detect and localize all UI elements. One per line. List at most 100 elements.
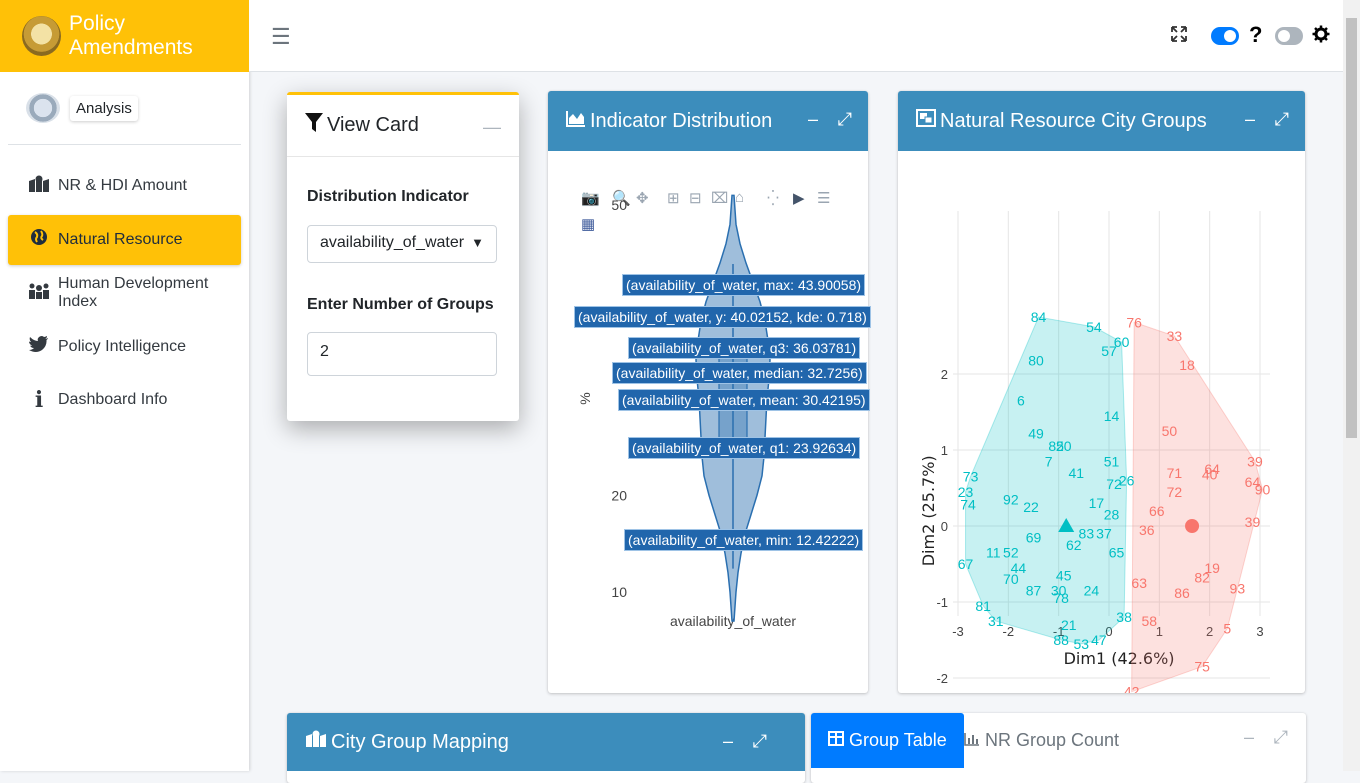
cluster-2-point-label: 71 (1167, 465, 1183, 481)
nr-city-groups-title: Natural Resource City Groups (940, 109, 1207, 132)
cluster-1-point-label: 49 (1028, 425, 1044, 441)
cluster-1-point-label: 80 (1028, 352, 1044, 368)
view-card-title: View Card (327, 114, 419, 136)
maximize-icon[interactable]: ⤢ (1275, 109, 1289, 130)
minimize-icon[interactable]: – (1245, 109, 1255, 130)
maximize-icon[interactable]: ⤢ (753, 731, 767, 752)
hover-label: (availability_of_water, q3: 36.03781) (628, 337, 861, 359)
tab-group-table[interactable]: Group Table (811, 713, 964, 768)
brand-logo (22, 16, 62, 56)
cluster-2-point-label: 76 (1126, 314, 1142, 330)
cluster-2-point-label: 93 (1230, 580, 1246, 596)
cluster-1-point-label: 24 (1084, 583, 1100, 599)
sidebar-item-nr-hdi-amount[interactable]: NR & HDI Amount (8, 161, 241, 211)
indicator-distribution-header: Indicator Distribution – ⤢ (548, 91, 868, 151)
y-axis-label: Dim2 (25.7%) (919, 455, 938, 566)
y-tick-label: 2 (941, 367, 948, 382)
area-chart-icon (566, 110, 586, 133)
cluster-1-point-label: 87 (1026, 583, 1042, 599)
cluster-2-point-label: 18 (1179, 357, 1195, 373)
cluster-1-point-label: 62 (1066, 537, 1082, 553)
cluster-1-point-label: 11 (986, 545, 1001, 561)
tab-label: Group Table (849, 730, 947, 750)
number-of-groups-input[interactable]: 2 (307, 332, 497, 376)
hover-label: (availability_of_water, y: 40.02152, kde… (574, 306, 871, 328)
gear-icon[interactable] (1312, 25, 1330, 48)
cluster-1-point-label: 54 (1086, 319, 1102, 335)
y-tick-label: 0 (941, 519, 948, 534)
map-marked-icon (305, 730, 327, 754)
cluster-1-point-label: 51 (1104, 453, 1120, 469)
fullscreen-icon[interactable] (1171, 26, 1187, 47)
nr-city-groups-header: Natural Resource City Groups – ⤢ (898, 91, 1305, 151)
cluster-2-point-label: 72 (1167, 484, 1183, 500)
cluster-2-point-label: 50 (1162, 423, 1178, 439)
tab-nr-group-count[interactable]: NR Group Count (947, 713, 1136, 768)
sidebar-item-policy-intelligence[interactable]: Policy Intelligence (8, 322, 241, 372)
dark-mode-toggle-switch[interactable] (1275, 27, 1303, 45)
cluster-2-point-label: 75 (1194, 659, 1210, 675)
cluster-1-point-label: 6 (1017, 393, 1025, 409)
cluster-1-point-label: 38 (1116, 609, 1132, 625)
cluster-2-point-label: 39 (1247, 453, 1263, 469)
cluster-1-point-label: 65 (1109, 545, 1125, 561)
distribution-indicator-select[interactable]: availability_of_water ▼ (307, 225, 497, 263)
cluster-1-point-label: 31 (988, 613, 1004, 629)
cluster-1-point-label: 20 (1056, 438, 1072, 454)
brand-link[interactable]: Policy Amendments (0, 0, 249, 72)
sidebar-item-label: Policy Intelligence (58, 337, 187, 355)
user-panel: Analysis (8, 72, 241, 145)
view-card: View Card — Distribution Indicator avail… (287, 92, 519, 421)
cluster-2-point-label: 63 (1131, 575, 1147, 591)
y-tick-label: -1 (936, 595, 948, 610)
theme-toggle-switch[interactable] (1211, 27, 1239, 45)
y-tick-label: 1 (941, 443, 948, 458)
hover-label: (availability_of_water, min: 12.42222) (624, 529, 864, 551)
cluster-1-point-label: 28 (1104, 507, 1120, 523)
y-tick-label: -2 (936, 671, 948, 686)
y-tick-label: 20 (611, 487, 627, 503)
toggle-knob (1224, 30, 1236, 42)
cluster-1-point-label: 69 (1026, 529, 1042, 545)
tab-label: NR Group Count (985, 730, 1120, 750)
cluster-1-point-label: 52 (1003, 545, 1019, 561)
cluster-1-point-label: 60 (1114, 334, 1130, 350)
number-of-groups-label: Enter Number of Groups (307, 296, 494, 313)
cluster-1-point-label: 17 (1089, 495, 1105, 511)
cluster-2-point-label: 33 (1167, 328, 1183, 344)
cluster-1-point-label: 73 (963, 469, 979, 485)
cluster-1-point-label: 14 (1104, 408, 1120, 424)
cluster-1-hull (965, 316, 1128, 645)
sidebar-item-label: Dashboard Info (58, 391, 168, 408)
minimize-icon[interactable]: – (808, 109, 818, 130)
user-name[interactable]: Analysis (70, 95, 138, 121)
selected-value: availability_of_water (320, 234, 465, 251)
y-tick-label: 10 (611, 584, 627, 600)
toggle-knob (1278, 30, 1290, 42)
scrollbar-thumb[interactable] (1346, 18, 1357, 438)
sidebar-item-label: Human Development Index (58, 275, 209, 310)
y-axis-label: % (577, 392, 593, 404)
indicator-distribution-title: Indicator Distribution (590, 109, 773, 132)
collapse-icon[interactable]: — (483, 117, 501, 138)
cluster-scatter-chart: -3-2-10123-2-1012Dim1 (42.6%)Dim2 (25.7%… (919, 211, 1271, 693)
sidebar-item-human-development-index[interactable]: Human Development Index (8, 268, 241, 318)
sidebar-item-natural-resource[interactable]: Natural Resource (8, 214, 241, 265)
sidebar-item-dashboard-info[interactable]: i Dashboard Info (8, 375, 241, 425)
page-scrollbar[interactable] (1343, 0, 1360, 771)
maximize-icon[interactable]: ⤢ (838, 109, 852, 130)
city-group-mapping-card: City Group Mapping – ⤢ (287, 713, 805, 783)
cluster-1-point-label: 53 (1074, 636, 1090, 652)
maximize-icon[interactable]: ⤢ (1274, 727, 1288, 748)
minimize-icon[interactable]: – (723, 731, 733, 752)
sidebar-item-label: Natural Resource (58, 230, 183, 248)
sidebar-nav: NR & HDI Amount Natural Resource Human D… (0, 161, 249, 425)
info-icon: i (34, 387, 44, 413)
cluster-2-point-label: 58 (1141, 613, 1157, 629)
brand-title: Policy Amendments (69, 12, 193, 59)
minimize-icon[interactable]: – (1244, 727, 1254, 748)
top-navbar: ☰ ? (249, 0, 1360, 72)
hamburger-menu-icon[interactable]: ☰ (271, 24, 291, 50)
y-tick-label: 50 (611, 197, 627, 213)
help-icon[interactable]: ? (1249, 22, 1262, 48)
